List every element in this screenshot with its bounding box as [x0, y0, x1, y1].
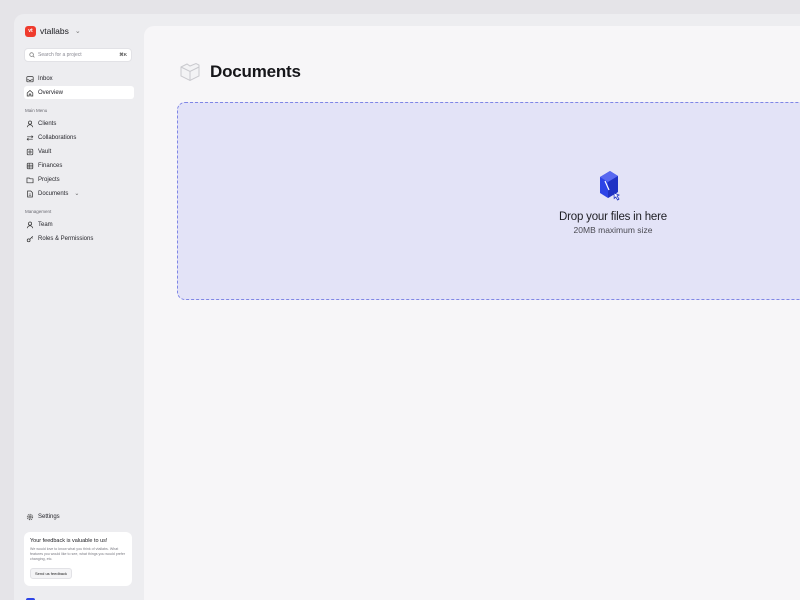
section-label-main-menu: Main Menu [25, 108, 48, 113]
section-label-management: Management [25, 209, 52, 214]
feedback-title: Your feedback is valuable to us! [30, 538, 108, 544]
sidebar-item-roles[interactable]: Roles & Permissions [24, 232, 134, 245]
search-input[interactable] [38, 52, 117, 58]
gear-icon [26, 513, 34, 521]
sidebar-item-label: Team [38, 221, 53, 228]
sidebar-item-finances[interactable]: Finances [24, 159, 134, 172]
sidebar-item-clients[interactable]: Clients [24, 117, 134, 130]
sidebar-item-overview[interactable]: Overview [24, 86, 134, 99]
file-upload-icon [600, 171, 620, 201]
sidebar-item-label: Vault [38, 148, 52, 155]
sidebar-item-documents[interactable]: Documents ⌄ [24, 187, 134, 200]
file-dropzone[interactable]: Drop your files in here 20MB maximum siz… [177, 102, 800, 300]
chevron-down-icon[interactable]: ⌄ [74, 190, 79, 197]
dropzone-title: Drop your files in here [559, 211, 667, 223]
feedback-text: We would love to know what you think of … [30, 547, 126, 561]
send-feedback-button[interactable]: Send us feedback [30, 568, 73, 579]
sidebar-item-collaborations[interactable]: Collaborations [24, 131, 134, 144]
workspace-name: vtallabs [40, 26, 69, 36]
sidebar-item-team[interactable]: Team [24, 218, 134, 231]
workspace-switcher[interactable]: vt vtallabs ⌄ [25, 24, 81, 38]
home-icon [26, 89, 34, 97]
sidebar-item-label: Inbox [38, 75, 53, 82]
app-window: vt vtallabs ⌄ ⌘K Inbox Overview Main Men… [14, 14, 800, 600]
page-title: Documents [210, 62, 301, 81]
table-icon [26, 162, 34, 170]
sidebar-item-label: Roles & Permissions [38, 235, 94, 242]
search-bar[interactable]: ⌘K [24, 48, 132, 62]
folder-icon [26, 176, 34, 184]
sidebar-item-label: Overview [38, 89, 64, 96]
sidebar-item-vault[interactable]: Vault [24, 145, 134, 158]
sidebar-item-label: Documents [38, 190, 69, 197]
page-header: Documents [178, 60, 301, 84]
feedback-card: Your feedback is valuable to us! We woul… [24, 532, 132, 586]
chevron-down-icon: ⌄ [74, 28, 81, 35]
user-icon [26, 120, 34, 128]
inbox-icon [26, 75, 34, 83]
workspace-logo: vt [25, 25, 36, 37]
document-icon [26, 190, 34, 198]
sidebar-item-label: Clients [38, 120, 57, 127]
main-panel: Documents Drop your files in here 20MB m… [144, 26, 800, 600]
documents-folder-icon [180, 62, 200, 82]
sidebar-item-label: Collaborations [38, 134, 77, 141]
sidebar-item-projects[interactable]: Projects [24, 173, 134, 186]
team-icon [26, 221, 34, 229]
key-icon [26, 235, 34, 243]
dropzone-subtitle: 20MB maximum size [573, 225, 653, 235]
search-icon [29, 52, 35, 58]
sidebar-item-label: Projects [38, 176, 60, 183]
sidebar-item-settings[interactable]: Settings [24, 510, 134, 523]
sidebar-item-inbox[interactable]: Inbox [24, 72, 134, 85]
vault-icon [26, 148, 34, 156]
arrows-icon [26, 134, 34, 142]
sidebar: vt vtallabs ⌄ ⌘K Inbox Overview Main Men… [14, 14, 142, 600]
search-shortcut: ⌘K [119, 52, 127, 57]
sidebar-item-label: Finances [38, 162, 63, 169]
sidebar-item-label: Settings [38, 513, 60, 520]
